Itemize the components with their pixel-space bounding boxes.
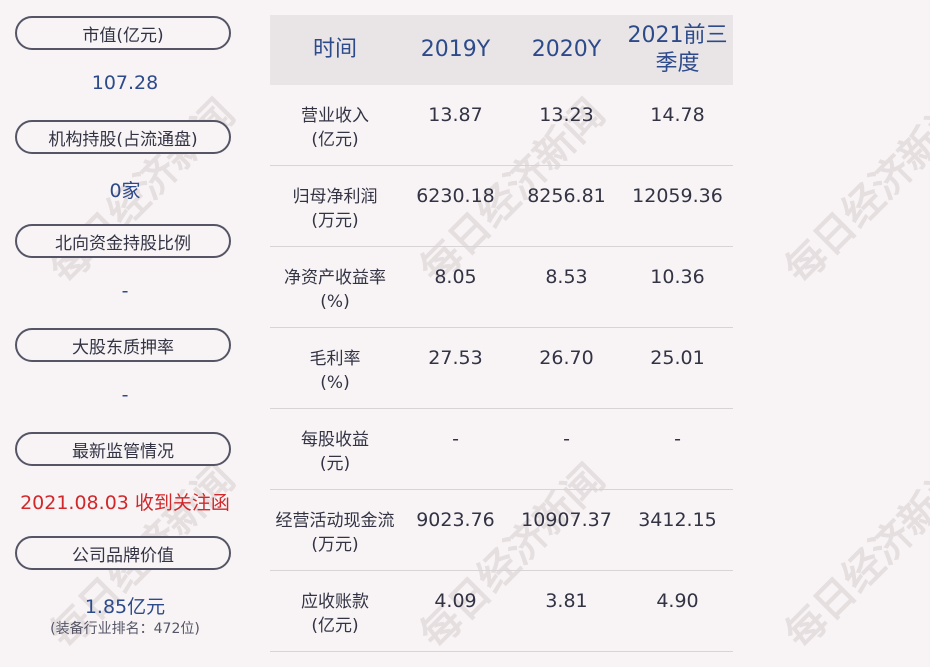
market-cap-label: 市值(亿元) [15, 16, 231, 50]
brand-rank-note: (装备行业排名：472位) [50, 621, 200, 637]
header-cell: 时间 [312, 37, 357, 62]
table-cell: 25.01 [650, 347, 705, 369]
table-cell: 26.70 [539, 347, 594, 369]
summary-panel: 市值(亿元) 107.28 机构持股(占流通盘) 0家 北向资金持股比例 - 大… [0, 0, 250, 667]
table-cell: - [563, 428, 570, 450]
table-cell: 12059.36 [632, 185, 723, 207]
table-cell: 27.53 [428, 347, 483, 369]
row-label: 净资产收益率 (%) [284, 268, 386, 312]
brand-value-value: 1.85亿元 [84, 596, 166, 618]
header-cell: 2020Y [531, 37, 602, 62]
northbound-ratio-value: - [121, 280, 129, 302]
pledge-ratio-label: 大股东质押率 [15, 328, 231, 362]
regulation-status-label: 最新监管情况 [15, 432, 231, 466]
table-row: 净资产收益率 (%) 8.05 8.53 10.36 [270, 247, 733, 328]
table-cell: 13.87 [428, 104, 483, 126]
table-row: 每股收益 (元) - - - [270, 409, 733, 490]
northbound-ratio-label: 北向资金持股比例 [15, 224, 231, 258]
row-label: 经营活动现金流 (万元) [275, 511, 395, 555]
table-cell: 10.36 [650, 266, 705, 288]
table-row: 营业收入 (亿元) 13.87 13.23 14.78 [270, 85, 733, 166]
brand-value-label: 公司品牌价值 [15, 536, 231, 570]
row-label: 每股收益 (元) [301, 430, 369, 474]
row-label: 营业收入 (亿元) [301, 106, 369, 150]
table-cell: 4.09 [434, 590, 477, 612]
row-label: 归母净利润 (万元) [292, 187, 378, 231]
table-cell: 4.90 [656, 590, 699, 612]
table-row: 经营活动现金流 (万元) 9023.76 10907.37 3412.15 [270, 490, 733, 571]
table-cell: 8256.81 [527, 185, 606, 207]
watermark: 每日经济新闻 [776, 90, 930, 293]
table-cell: 8.53 [545, 266, 588, 288]
table-cell: - [452, 428, 459, 450]
table-cell: 3.81 [545, 590, 588, 612]
table-row: 应收账款 (亿元) 4.09 3.81 4.90 [270, 571, 733, 652]
institution-holding-label: 机构持股(占流通盘) [15, 120, 231, 154]
institution-holding-value: 0家 [109, 180, 141, 202]
header-cell: 2019Y [420, 37, 491, 62]
pledge-ratio-value: - [121, 384, 129, 406]
market-cap-value: 107.28 [91, 72, 159, 94]
table-cell: 10907.37 [521, 509, 612, 531]
table-header: 时间 2019Y 2020Y 2021前三季度 [270, 15, 733, 85]
table-cell: 14.78 [650, 104, 705, 126]
financial-table: 时间 2019Y 2020Y 2021前三季度 营业收入 (亿元) 13.87 1… [270, 15, 733, 652]
regulation-status-value: 2021.08.03 收到关注函 [20, 492, 230, 514]
table-cell: - [674, 428, 681, 450]
row-label: 毛利率 (%) [309, 349, 361, 393]
table-cell: 6230.18 [416, 185, 495, 207]
header-cell: 2021前三季度 [627, 23, 728, 76]
table-cell: 3412.15 [638, 509, 717, 531]
watermark: 每日经济新闻 [776, 455, 930, 658]
table-row: 归母净利润 (万元) 6230.18 8256.81 12059.36 [270, 166, 733, 247]
table-row: 毛利率 (%) 27.53 26.70 25.01 [270, 328, 733, 409]
table-cell: 8.05 [434, 266, 477, 288]
table-cell: 9023.76 [416, 509, 495, 531]
row-label: 应收账款 (亿元) [301, 592, 369, 636]
table-cell: 13.23 [539, 104, 594, 126]
